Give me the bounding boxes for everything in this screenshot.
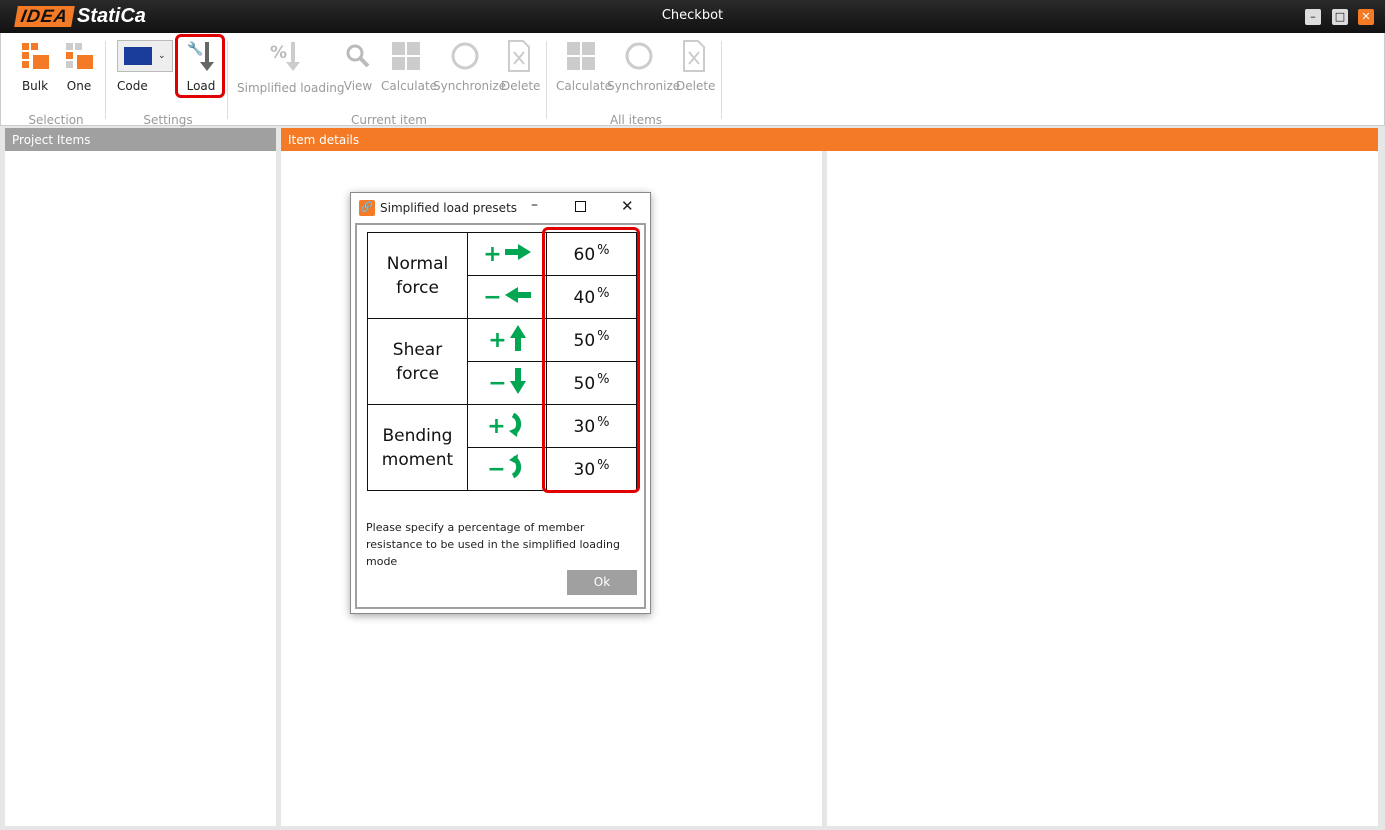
arrow-down-icon [509,367,526,399]
dialog-minimize-button[interactable]: – [531,197,538,213]
sync-icon [433,39,497,73]
bulk-icon [17,39,53,73]
delete-file-icon [676,39,712,73]
direction-cell: − [467,447,547,491]
link-icon: 🔗 [359,200,375,216]
percent-arrow-icon: % [237,39,335,73]
simplified-loading-button[interactable]: % Simplified loading [237,39,345,95]
arrow-right-icon [504,243,531,265]
project-items-list[interactable] [5,151,276,826]
window-title: Checkbot [661,8,724,23]
calculator-icon [556,39,606,73]
force-label: Bending moment [367,404,468,491]
dialog-maximize-button[interactable] [575,201,586,212]
load-highlight [175,34,225,98]
rotate-counterclockwise-icon [508,453,527,485]
code-dropdown[interactable]: ⌄ Code [117,39,173,93]
one-icon [61,39,97,73]
all-synchronize-button[interactable]: Synchronize [607,39,680,93]
calculate-button[interactable]: Calculate [381,39,437,93]
dialog-close-button[interactable]: ✕ [621,197,634,215]
direction-cell: − [467,361,547,405]
values-highlight [542,227,640,493]
sync-icon [607,39,671,73]
direction-cell: + [467,232,547,276]
force-label: Shear force [367,318,468,405]
direction-cell: − [467,275,547,319]
close-button[interactable]: ✕ [1358,9,1374,25]
magnifier-icon [343,39,373,73]
view-button[interactable]: View [343,39,373,93]
simplified-load-presets-dialog: 🔗 Simplified load presets – ✕ Normal forc… [350,192,651,614]
bulk-button[interactable]: Bulk [17,39,53,93]
rotate-clockwise-icon [508,411,527,442]
one-button[interactable]: One [61,39,97,93]
dialog-title: Simplified load presets [380,201,518,215]
delete-button[interactable]: Delete [501,39,540,93]
maximize-button[interactable]: □ [1332,9,1348,25]
arrow-left-icon [504,286,531,308]
item-details-header: Item details [281,128,1378,151]
eu-flag-icon [124,47,152,65]
arrow-up-icon [509,324,526,356]
ok-button[interactable]: Ok [567,570,637,595]
dialog-note: Please specify a percentage of member re… [366,521,621,568]
all-calculate-button[interactable]: Calculate [556,39,612,93]
delete-file-icon [501,39,537,73]
all-delete-button[interactable]: Delete [676,39,715,93]
synchronize-button[interactable]: Synchronize [433,39,506,93]
force-label: Normal force [367,232,468,319]
direction-cell: + [467,404,547,448]
item-details-right [827,151,1378,826]
title-bar: IDEA StatiCa Checkbot – □ ✕ [0,0,1385,33]
minimize-button[interactable]: – [1305,9,1321,25]
dialog-body: Normal force +60% −40% Shear force +50% −50% Ben… [355,223,646,609]
calculator-icon [381,39,431,73]
project-items-header: Project Items [5,128,276,151]
svg-text:%: % [270,43,287,63]
direction-cell: + [467,318,547,362]
chevron-down-icon: ⌄ [158,51,166,61]
